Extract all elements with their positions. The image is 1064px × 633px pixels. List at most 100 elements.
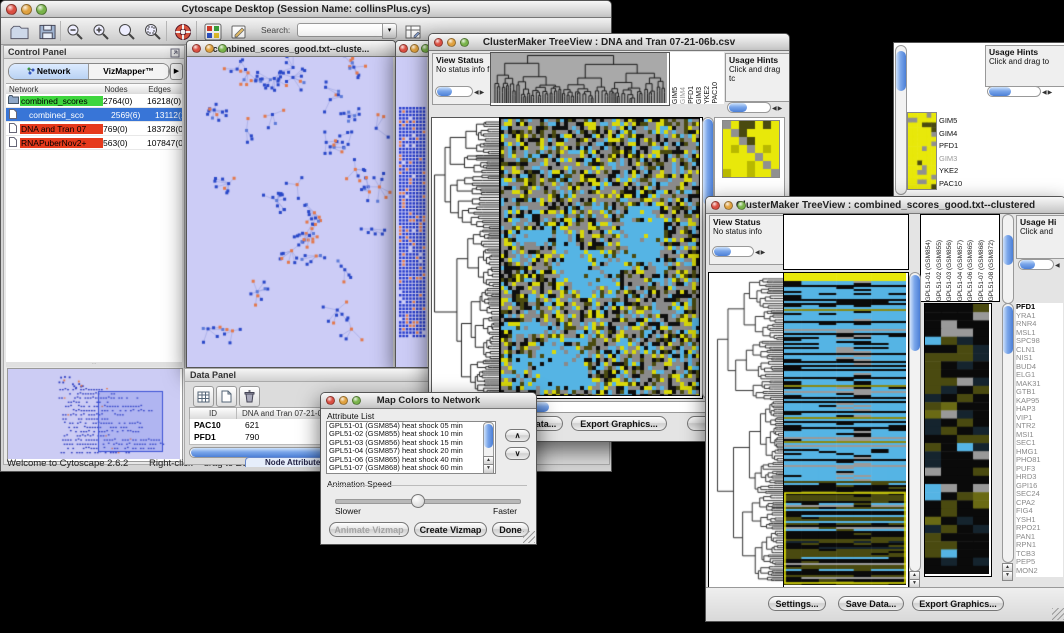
gene-label[interactable]: PFD1 xyxy=(939,140,979,153)
minimize-button[interactable] xyxy=(205,44,214,53)
column-label[interactable]: GPL51-03 (GSM856) xyxy=(945,240,955,301)
minimize-button[interactable] xyxy=(724,201,733,210)
zoom-button[interactable] xyxy=(218,44,227,53)
zoom-fit-icon[interactable] xyxy=(115,20,139,44)
minimize-button[interactable] xyxy=(339,396,348,405)
minimize-button[interactable] xyxy=(447,38,456,47)
search-dropdown-button[interactable]: ▾ xyxy=(382,23,397,39)
close-button[interactable] xyxy=(326,396,335,405)
column-label[interactable]: GPL51-08 (GSM872) xyxy=(987,240,997,301)
move-down-button[interactable]: ∨ xyxy=(505,447,530,460)
close-button[interactable] xyxy=(711,201,720,210)
gene-label[interactable]: YKE2 xyxy=(939,165,979,178)
fragment-vscrollbar[interactable] xyxy=(895,45,907,195)
resize-grip[interactable] xyxy=(1052,608,1064,620)
scroll-arrows[interactable]: ◀▶ xyxy=(772,105,783,112)
zoom-in-icon[interactable] xyxy=(89,20,113,44)
scroll-down-button[interactable]: ▼ xyxy=(483,464,494,474)
panel-splitter[interactable]: ⋯ xyxy=(6,362,182,367)
view-status-hscrollbar[interactable] xyxy=(435,86,473,97)
tab-network[interactable]: Network xyxy=(9,64,89,79)
column-label[interactable]: GIM5 xyxy=(672,87,679,104)
column-label[interactable]: GPL51-06 (GSM865) xyxy=(966,240,976,301)
usage-hints-hscrollbar[interactable] xyxy=(727,102,771,113)
usage-hints-hscrollbar[interactable] xyxy=(987,86,1041,97)
zoom-out-icon[interactable] xyxy=(63,20,87,44)
row-dendrogram-canvas[interactable] xyxy=(709,273,783,585)
close-button[interactable] xyxy=(399,44,408,53)
scroll-arrows[interactable]: ◀▶ xyxy=(755,249,766,258)
column-label[interactable]: GPL51-04 (GSM857) xyxy=(956,240,966,301)
treeview-dna-title-bar[interactable]: ClusterMaker TreeView : DNA and Tran 07-… xyxy=(429,34,789,51)
attribute-list[interactable]: GPL51-01 (GSM854) heat shock 05 minGPL51… xyxy=(326,421,496,474)
network-overview-canvas[interactable] xyxy=(8,369,180,459)
open-file-icon[interactable] xyxy=(7,20,31,44)
column-label[interactable]: GIM3 xyxy=(696,87,703,104)
tab-vizmapper[interactable]: VizMapper™ xyxy=(89,64,169,79)
float-panel-icon[interactable] xyxy=(170,48,180,62)
minimize-button[interactable] xyxy=(410,44,419,53)
scroll-arrows[interactable]: ◀ xyxy=(1055,262,1061,269)
scroll-arrows[interactable]: ◀▶ xyxy=(474,89,485,98)
close-button[interactable] xyxy=(434,38,443,47)
column-labels-vscrollbar[interactable] xyxy=(1002,214,1014,304)
scrollbar-thumb[interactable] xyxy=(989,87,1011,96)
minimize-button[interactable] xyxy=(21,4,32,15)
scrollbar-thumb[interactable] xyxy=(896,51,906,91)
view-status-hscrollbar[interactable] xyxy=(712,246,754,257)
scrollbar-thumb[interactable] xyxy=(1003,235,1013,265)
move-up-button[interactable]: ∧ xyxy=(505,429,530,442)
row-dendrogram-canvas[interactable] xyxy=(432,118,499,396)
animation-speed-slider-track[interactable] xyxy=(335,499,521,504)
animation-speed-slider-thumb[interactable] xyxy=(411,494,425,508)
grid-network-title-bar[interactable] xyxy=(396,41,429,57)
attribute-list-item[interactable]: GPL51-07 (GSM868) heat shock 60 min xyxy=(327,464,495,472)
zoom-selected-icon[interactable] xyxy=(141,20,165,44)
network-canvas[interactable] xyxy=(187,57,393,367)
global-matrix-canvas[interactable] xyxy=(722,120,780,178)
animate-vizmap-button[interactable]: Animate Vizmap xyxy=(329,522,409,537)
scrollbar-thumb[interactable] xyxy=(729,103,747,112)
scrollbar-thumb[interactable] xyxy=(437,87,452,96)
column-label[interactable]: GPL51-07 (GSM868) xyxy=(977,240,987,301)
zoom-button[interactable] xyxy=(352,396,361,405)
close-button[interactable] xyxy=(6,4,17,15)
network-list-row[interactable]: RNAPuberNov2+563(0)107847(0) xyxy=(6,136,182,150)
column-label[interactable]: GIM4 xyxy=(680,87,687,104)
network-list-row[interactable]: combined_scores2764(0)16218(0) xyxy=(6,94,182,108)
search-input[interactable] xyxy=(297,23,383,37)
close-button[interactable] xyxy=(192,44,201,53)
scrollbar-thumb[interactable] xyxy=(910,275,920,351)
network-list-row[interactable]: DNA and Tran 07769(0)183728(0) xyxy=(6,122,182,136)
zoom-button[interactable] xyxy=(737,201,746,210)
new-attribute-icon[interactable] xyxy=(216,386,237,407)
column-dendrogram-canvas[interactable] xyxy=(491,53,667,103)
scroll-arrows[interactable]: ◀▶ xyxy=(1042,89,1053,96)
column-label[interactable]: GPL51-02 (GSM855) xyxy=(935,240,945,301)
gene-label[interactable]: GIM3 xyxy=(939,153,979,166)
create-vizmap-button[interactable]: Create Vizmap xyxy=(414,522,487,537)
column-label[interactable]: PFD1 xyxy=(688,86,695,104)
column-label[interactable]: YKE2 xyxy=(704,86,711,104)
zoom-button[interactable] xyxy=(460,38,469,47)
network-view-title-bar[interactable]: combined_scores_good.txt--cluste... xyxy=(187,41,395,57)
scrollbar-thumb[interactable] xyxy=(714,247,731,256)
export-graphics-button[interactable]: Export Graphics... xyxy=(571,416,667,431)
scrollbar-thumb[interactable] xyxy=(703,119,713,205)
resize-grip[interactable] xyxy=(523,531,535,543)
scrollbar-thumb[interactable] xyxy=(484,424,493,448)
zoom-button[interactable] xyxy=(36,4,47,15)
dialog-title-bar[interactable]: Map Colors to Network xyxy=(321,393,536,409)
delete-attribute-icon[interactable] xyxy=(239,386,260,407)
treeview-combined-title-bar[interactable]: ClusterMaker TreeView : combined_scores_… xyxy=(706,197,1064,214)
detail-vscrollbar[interactable] xyxy=(1002,303,1014,563)
column-tree-area[interactable] xyxy=(783,214,909,270)
heatmap-canvas[interactable] xyxy=(784,273,906,585)
gene-label[interactable]: GIM5 xyxy=(939,115,979,128)
export-graphics-button[interactable]: Export Graphics... xyxy=(912,596,1004,611)
tab-overflow-button[interactable]: ▶ xyxy=(170,63,183,80)
scroll-down-button[interactable]: ▼ xyxy=(1002,571,1013,581)
grid-network-canvas[interactable] xyxy=(396,57,427,368)
global-matrix-canvas[interactable] xyxy=(907,112,937,190)
gene-label[interactable]: GIM4 xyxy=(939,128,979,141)
